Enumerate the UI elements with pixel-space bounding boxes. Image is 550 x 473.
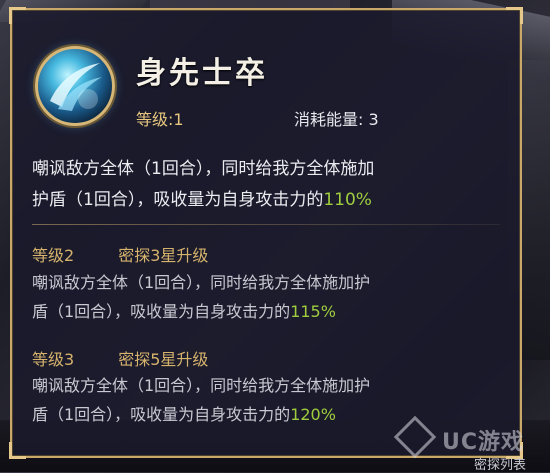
- description-text: 盾（1回合），吸收量为自身攻击力的: [32, 302, 291, 321]
- panel-corner-ornament: [506, 7, 523, 24]
- shield-value: 110%: [323, 190, 372, 210]
- skill-tooltip-panel: 身先士卒 等级:1 消耗能量: 3 嘲讽敌方全体（1回合），同时给我方全体施加 …: [9, 7, 523, 459]
- upgrade-level: 等级2: [32, 246, 75, 265]
- watermark-logo-icon: [393, 415, 437, 459]
- description-text: 盾（1回合），吸收量为自身攻击力的: [32, 405, 291, 424]
- skill-name: 身先士卒: [136, 56, 268, 91]
- shield-value: 115%: [290, 302, 336, 321]
- agent-list-button[interactable]: 密探列表: [474, 454, 526, 473]
- upgrade-header: 等级3 密探5星升级: [32, 346, 208, 370]
- energy-cost: 消耗能量: 3: [294, 110, 379, 129]
- upgrade-requirement: 密探5星升级: [118, 350, 209, 369]
- skill-level: 等级:1: [136, 110, 184, 129]
- panel-corner-ornament: [9, 7, 26, 24]
- description-text: 护盾（1回合），吸收量为自身攻击力的: [32, 190, 324, 210]
- description-line: 嘲讽敌方全体（1回合），同时给我方全体施加护: [32, 273, 371, 292]
- skill-description: 嘲讽敌方全体（1回合），同时给我方全体施加 护盾（1回合），吸收量为自身攻击力的…: [32, 154, 492, 216]
- section-divider: [32, 224, 500, 225]
- upgrade-level: 等级3: [32, 350, 75, 369]
- description-line: 盾（1回合），吸收量为自身攻击力的115%: [32, 297, 512, 326]
- description-line: 嘲讽敌方全体（1回合），同时给我方全体施加护: [32, 376, 371, 395]
- description-line: 护盾（1回合），吸收量为自身攻击力的110%: [32, 185, 492, 216]
- upgrade-requirement: 密探3星升级: [118, 246, 209, 265]
- upgrade-description: 嘲讽敌方全体（1回合），同时给我方全体施加护 盾（1回合），吸收量为自身攻击力的…: [32, 268, 512, 326]
- blue-slash-skill-icon: [50, 63, 102, 111]
- skill-icon: [35, 46, 115, 126]
- watermark-text: UC游戏: [442, 430, 525, 455]
- shield-value: 120%: [290, 405, 336, 424]
- panel-corner-ornament: [9, 442, 26, 459]
- description-line: 嘲讽敌方全体（1回合），同时给我方全体施加: [32, 159, 375, 179]
- upgrade-header: 等级2 密探3星升级: [32, 242, 208, 266]
